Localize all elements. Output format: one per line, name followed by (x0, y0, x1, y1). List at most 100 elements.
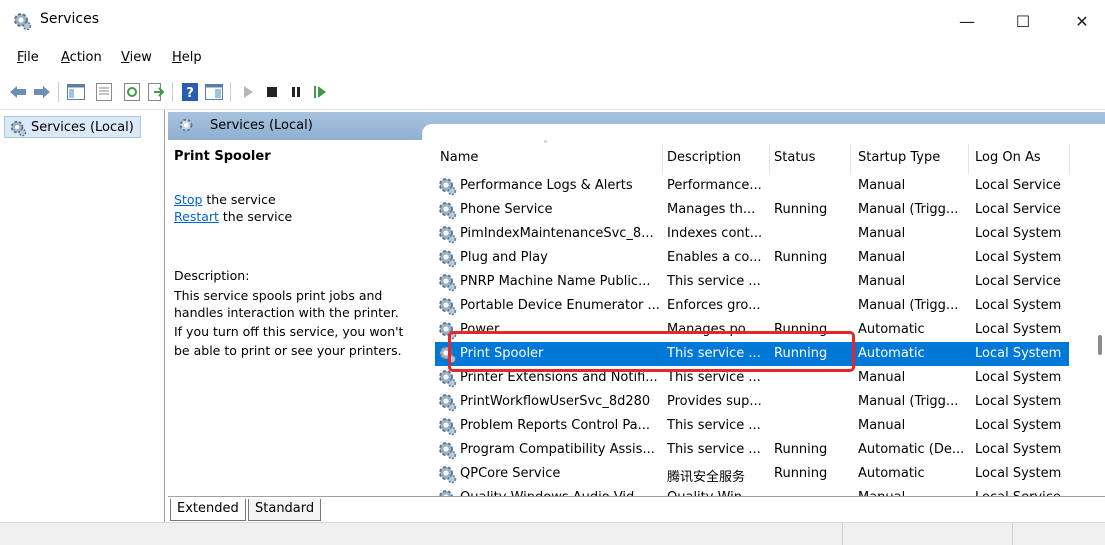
column-separator (662, 144, 663, 174)
description-text: handles interaction with the printer. (174, 305, 399, 320)
minimize-button[interactable]: — (944, 0, 990, 42)
service-row[interactable]: Phone Service Manages th... Running Manual … (435, 198, 1069, 222)
column-header-status[interactable]: Status (774, 150, 815, 165)
service-startup-type-cell: Automatic (858, 346, 925, 361)
description-label: Description: (174, 268, 250, 283)
service-startup-type-cell: Manual (858, 418, 906, 433)
service-description-cell: This service ... (667, 442, 761, 457)
service-row[interactable]: Portable Device Enumerator ... Enforces g… (435, 294, 1069, 318)
service-name-cell: PNRP Machine Name Public... (460, 274, 651, 289)
service-name-cell: Performance Logs & Alerts (460, 178, 633, 193)
tab-extended[interactable]: Extended (170, 499, 246, 521)
title-bar: Services — ☐ ✕ (0, 0, 1105, 42)
service-startup-type-cell: Manual (Trigg... (858, 394, 959, 409)
service-log-on-as-cell: Local Service (975, 274, 1061, 289)
service-description-cell: Performance... (667, 178, 762, 193)
service-description-cell: Enforces gro... (667, 298, 761, 313)
export-list-icon[interactable] (146, 82, 166, 102)
tree-item-services-local[interactable]: Services (Local) (4, 116, 141, 138)
service-status-cell: Running (774, 250, 828, 265)
column-header-description[interactable]: Description (667, 150, 741, 165)
vertical-scrollbar[interactable] (1093, 140, 1105, 496)
stop-suffix: the service (202, 192, 276, 207)
close-button[interactable]: ✕ (1059, 0, 1105, 42)
column-header-startup-type[interactable]: Startup Type (858, 150, 940, 165)
column-header-log-on-as[interactable]: Log On As (975, 150, 1041, 165)
service-startup-type-cell: Manual (858, 178, 906, 193)
service-row[interactable]: Plug and Play Enables a co... Running Manua… (435, 246, 1069, 270)
service-name-cell: Printer Extensions and Notifi... (460, 370, 658, 385)
services-list: ˄ Name Description Status Startup Type L… (425, 140, 1093, 496)
service-startup-type-cell: Manual (Trigg... (858, 298, 959, 313)
service-startup-type-cell: Automatic (858, 466, 925, 481)
help-icon[interactable]: ? (180, 82, 200, 102)
menu-action[interactable]: Action (61, 50, 102, 65)
maximize-button[interactable]: ☐ (1000, 0, 1046, 42)
console-view-icon[interactable] (204, 82, 224, 102)
show-hide-tree-icon[interactable] (66, 82, 86, 102)
service-startup-type-cell: Manual (Trigg... (858, 202, 959, 217)
service-description-cell: This service ... (667, 418, 761, 433)
pause-service-icon[interactable] (286, 82, 306, 102)
menu-help[interactable]: Help (172, 50, 202, 65)
menu-file[interactable]: File (17, 50, 39, 65)
service-row[interactable]: PrintWorkflowUserSvc_8d280 Provides sup..… (435, 390, 1069, 414)
service-row[interactable]: Program Compatibility Assis... This servi… (435, 438, 1069, 462)
column-header-name[interactable]: Name (440, 150, 478, 165)
service-description-cell: 腾讯安全服务 (667, 470, 746, 485)
stop-action-line: Stop the service (174, 192, 276, 208)
service-gear-icon (437, 392, 457, 416)
service-name-cell: PrintWorkflowUserSvc_8d280 (460, 394, 651, 409)
console-tree: Services (Local) (0, 110, 165, 522)
window-title: Services (40, 11, 100, 27)
svg-text:?: ? (186, 86, 194, 101)
service-gear-icon (437, 464, 457, 488)
service-row[interactable]: PimIndexMaintenanceSvc_8... Indexes cont.… (435, 222, 1069, 246)
service-row[interactable]: PNRP Machine Name Public... This service … (435, 270, 1069, 294)
menu-help-label: elp (181, 50, 202, 65)
service-startup-type-cell: Manual (858, 370, 906, 385)
refresh-icon[interactable] (122, 82, 142, 102)
tab-standard[interactable]: Standard (248, 499, 322, 521)
back-icon[interactable] (8, 82, 28, 102)
highlight-annotation-box (448, 331, 855, 372)
forward-icon[interactable] (32, 82, 52, 102)
description-text: be able to print or see your printers. (174, 343, 402, 358)
menu-action-hotkey: A (61, 50, 70, 65)
service-description-cell: Provides sup... (667, 394, 762, 409)
service-log-on-as-cell: Local System (975, 466, 1062, 481)
toolbar-separator (172, 82, 173, 102)
start-service-icon[interactable] (238, 82, 258, 102)
service-log-on-as-cell: Local System (975, 394, 1062, 409)
services-gear-icon (12, 11, 32, 31)
service-row[interactable]: QPCore Service 腾讯安全服务 Running Automatic Loca… (435, 462, 1069, 486)
service-log-on-as-cell: Local System (975, 346, 1062, 361)
status-separator (842, 523, 843, 545)
stop-service-icon[interactable] (262, 82, 282, 102)
service-startup-type-cell: Manual (858, 274, 906, 289)
services-gear-icon (9, 119, 27, 141)
resume-service-icon[interactable] (310, 82, 330, 102)
column-separator (1069, 144, 1070, 174)
service-startup-type-cell: Automatic (858, 322, 925, 337)
pane-header-notch (422, 124, 1105, 140)
scrollbar-thumb[interactable] (1098, 335, 1102, 355)
restart-service-link[interactable]: Restart (174, 209, 219, 224)
description-text: This service spools print jobs and (174, 288, 383, 303)
menu-view[interactable]: View (121, 50, 152, 65)
service-description-cell: Enables a co... (667, 250, 762, 265)
properties-icon[interactable] (94, 82, 114, 102)
service-log-on-as-cell: Local System (975, 418, 1062, 433)
service-name-cell: Portable Device Enumerator ... (460, 298, 660, 313)
service-startup-type-cell: Automatic (De... (858, 442, 965, 457)
service-row[interactable]: Problem Reports Control Pa... This servic… (435, 414, 1069, 438)
service-row[interactable]: Performance Logs & Alerts Performance... M… (435, 174, 1069, 198)
service-row[interactable]: Quality Windows Audio Vid...Quality Win.… (435, 486, 1069, 496)
selected-service-name: Print Spooler (174, 149, 271, 164)
service-log-on-as-cell: Local System (975, 442, 1062, 457)
stop-service-link[interactable]: Stop (174, 192, 202, 207)
service-description-cell: Manages th... (667, 202, 756, 217)
menu-file-label: ile (23, 50, 39, 65)
service-name-cell: PimIndexMaintenanceSvc_8... (460, 226, 654, 241)
restart-suffix: the service (218, 209, 293, 224)
